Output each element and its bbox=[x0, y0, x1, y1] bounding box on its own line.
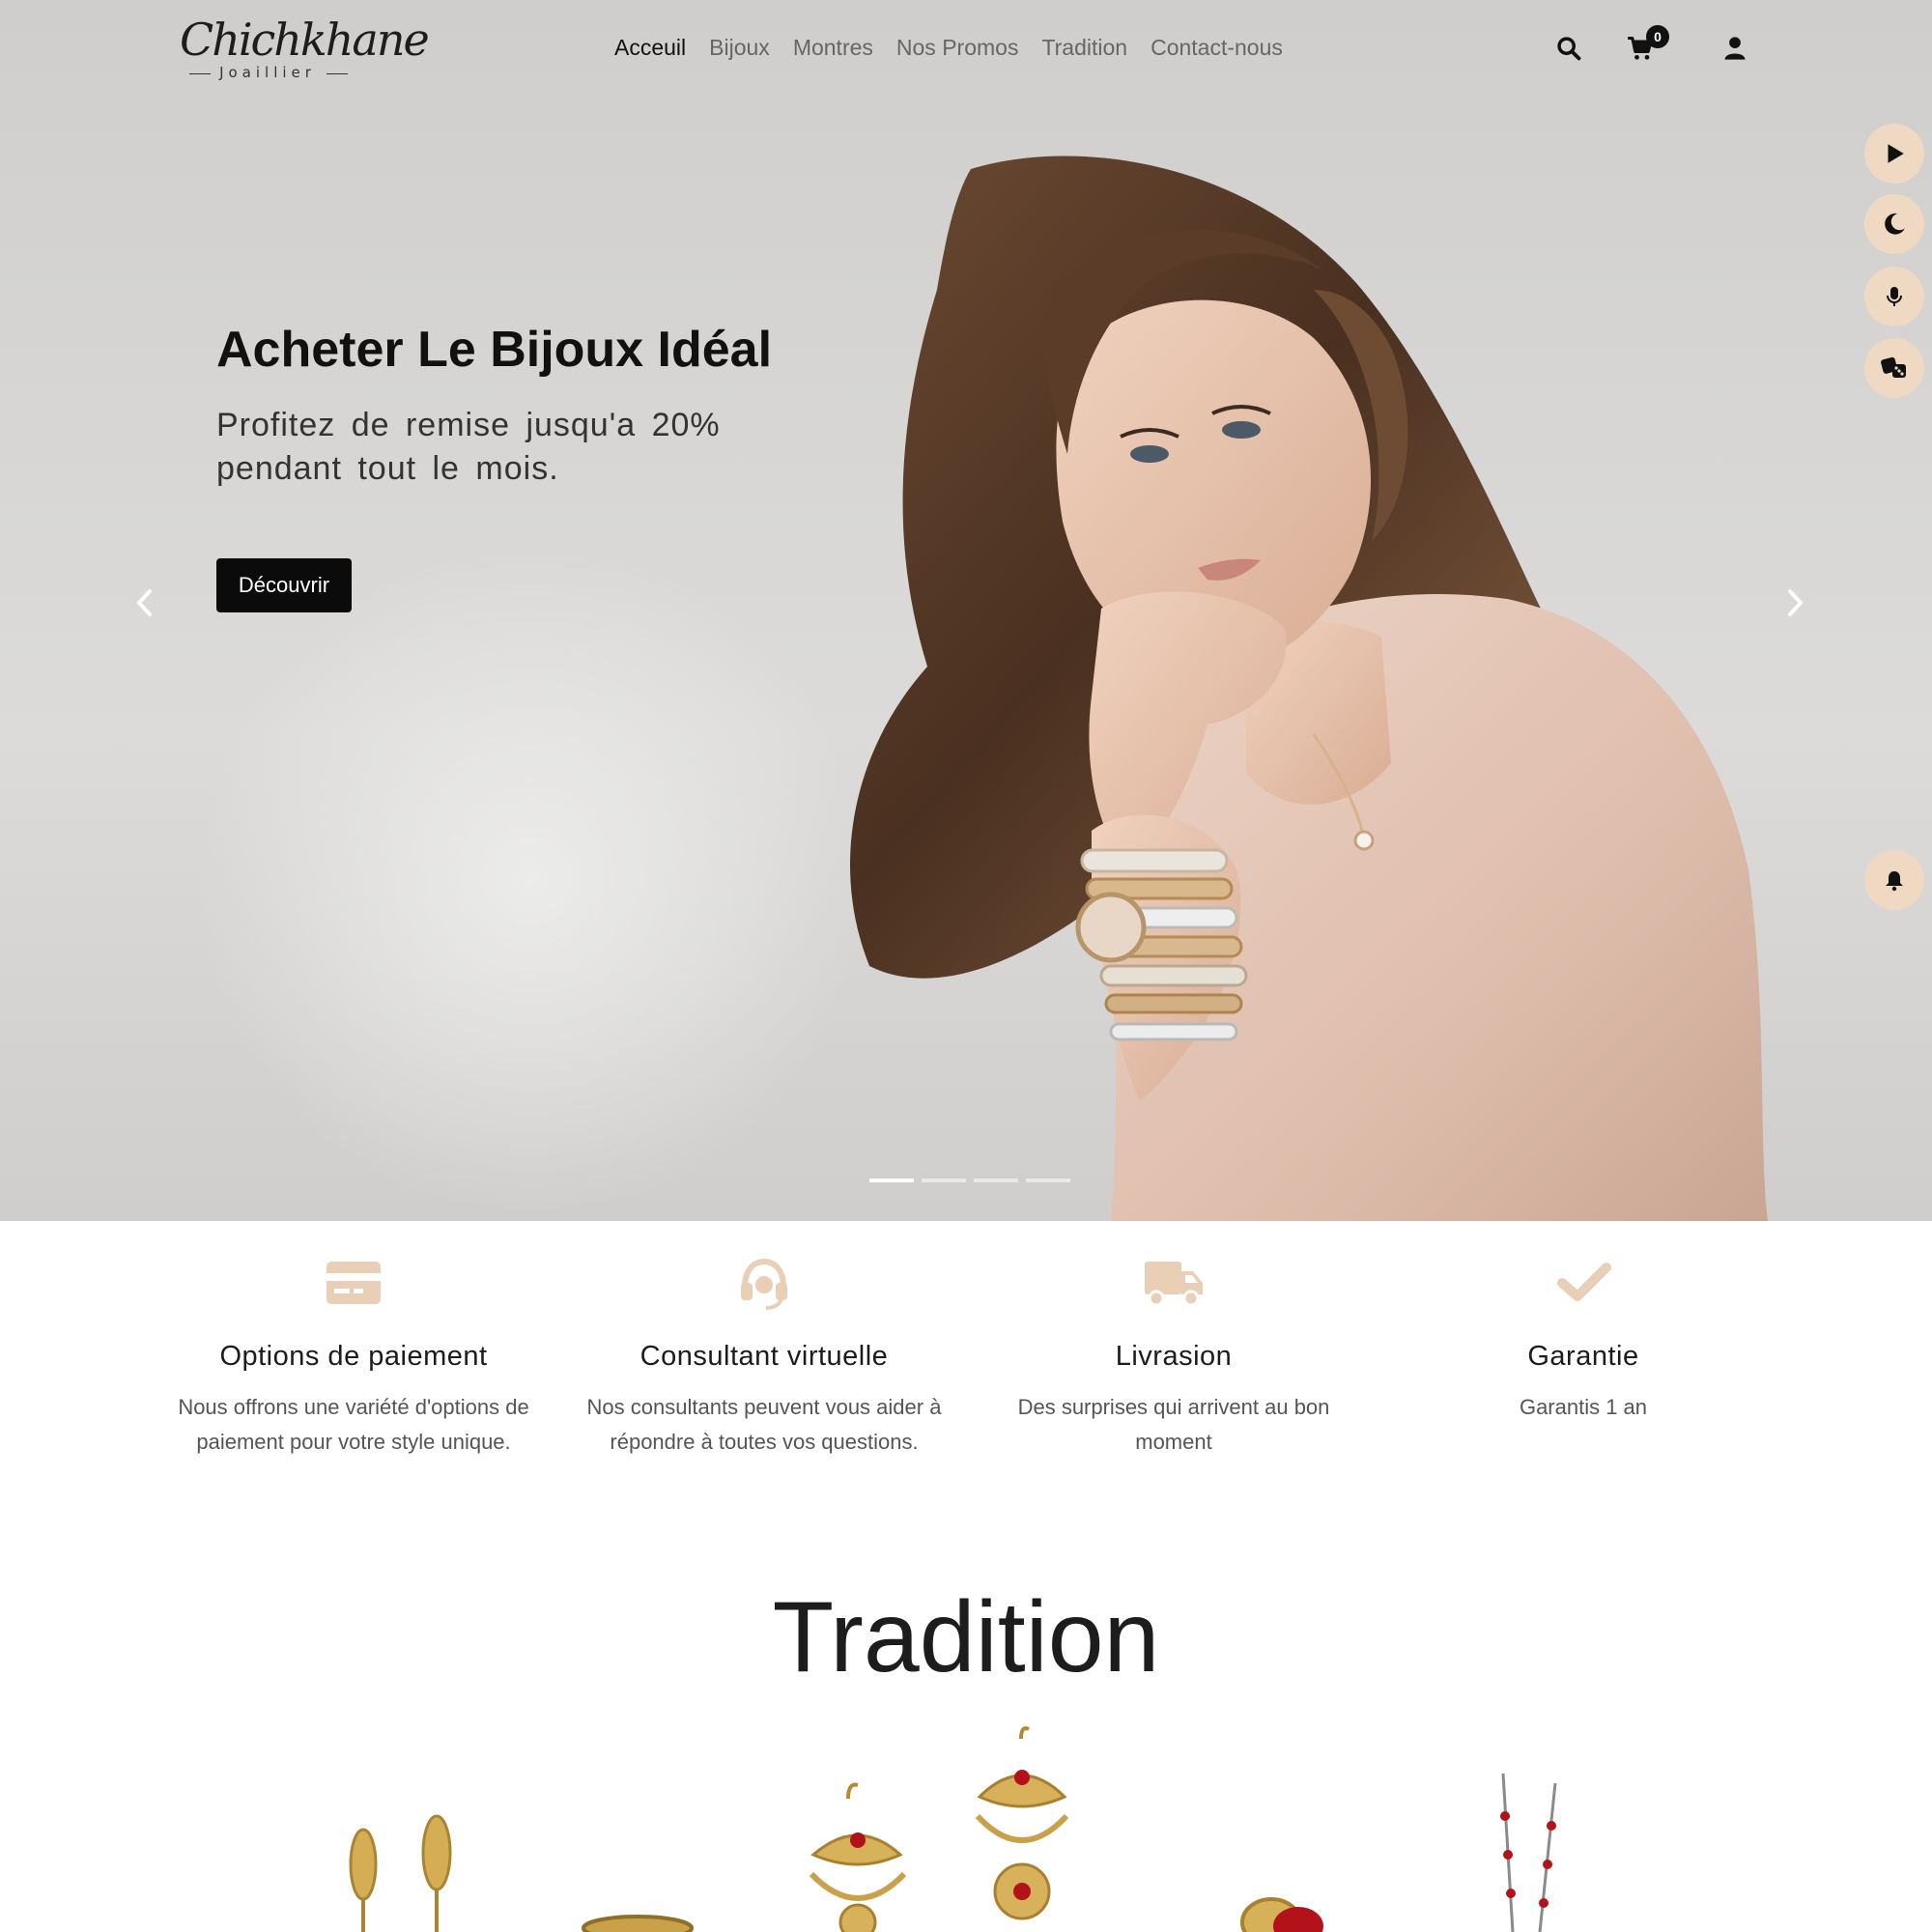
product-coral-necklace[interactable] bbox=[1500, 1773, 1557, 1932]
truck-icon bbox=[1145, 1262, 1203, 1307]
carousel-indicators bbox=[869, 1179, 1070, 1182]
hero-subtitle: Profitez de remise jusqu'a 20% pendant t… bbox=[216, 407, 721, 487]
feature-consultant: Consultant virtuelle Nos consultants peu… bbox=[571, 1221, 957, 1460]
random-button[interactable] bbox=[1864, 338, 1924, 398]
check-icon bbox=[1557, 1263, 1611, 1301]
feature-consultant-title: Consultant virtuelle bbox=[639, 1341, 889, 1372]
feature-delivery-title: Livrasion bbox=[1115, 1341, 1233, 1372]
tradition-section-title: Tradition bbox=[772, 1581, 1160, 1693]
logo-script-text: Chichkhane bbox=[180, 14, 430, 66]
feature-warranty-title: Garantie bbox=[1527, 1341, 1639, 1372]
nav-item-contact-nous[interactable]: Contact-nous bbox=[1151, 35, 1283, 61]
play-button[interactable] bbox=[1864, 124, 1924, 184]
bell-icon bbox=[1886, 871, 1903, 892]
hero-carousel: Chichkhane Joaillier Acceuil Bijoux Mont… bbox=[0, 0, 1932, 1221]
feature-consultant-text: Nos consultants peuvent vous aider à rép… bbox=[586, 1395, 942, 1454]
bracelet-stack bbox=[1075, 848, 1248, 1041]
site-header: Chichkhane Joaillier Acceuil Bijoux Mont… bbox=[0, 0, 1932, 106]
carousel-indicator-1[interactable] bbox=[869, 1179, 914, 1182]
product-gold-earrings[interactable] bbox=[349, 1814, 452, 1932]
dark-mode-button[interactable] bbox=[1864, 194, 1924, 254]
tradition-products-row bbox=[349, 1726, 1557, 1932]
feature-warranty-text: Garantis 1 an bbox=[1519, 1395, 1648, 1419]
microphone-icon bbox=[1887, 287, 1902, 306]
dice-icon bbox=[1881, 356, 1906, 378]
nav-item-tradition[interactable]: Tradition bbox=[1041, 35, 1127, 61]
feature-payment-text: Nous offrons une variété d'options de pa… bbox=[178, 1395, 529, 1454]
discover-button[interactable]: Découvrir bbox=[216, 558, 352, 612]
nav-item-acceuil[interactable]: Acceuil bbox=[614, 35, 686, 61]
search-icon[interactable] bbox=[1555, 35, 1582, 62]
voice-button[interactable] bbox=[1864, 267, 1924, 327]
headset-icon bbox=[741, 1258, 787, 1310]
product-chandelier-earrings[interactable] bbox=[809, 1726, 1069, 1932]
feature-warranty: Garantie Garantis 1 an bbox=[1390, 1221, 1776, 1425]
carousel-next-arrow-icon[interactable] bbox=[1783, 587, 1806, 618]
user-icon[interactable] bbox=[1721, 35, 1748, 62]
carousel-indicator-4[interactable] bbox=[1026, 1179, 1070, 1182]
hero-title: Acheter Le Bijoux Idéal bbox=[216, 322, 773, 378]
nav-item-bijoux[interactable]: Bijoux bbox=[709, 35, 770, 61]
nav-item-nos-promos[interactable]: Nos Promos bbox=[896, 35, 1019, 61]
cart-count-badge: 0 bbox=[1646, 25, 1669, 48]
notifications-button[interactable] bbox=[1864, 850, 1924, 910]
main-navigation: Acceuil Bijoux Montres Nos Promos Tradit… bbox=[614, 35, 1306, 61]
nav-item-montres[interactable]: Montres bbox=[793, 35, 873, 61]
carousel-indicator-3[interactable] bbox=[974, 1179, 1018, 1182]
moon-icon bbox=[1885, 213, 1905, 235]
carousel-indicator-2[interactable] bbox=[922, 1179, 966, 1182]
play-icon bbox=[1888, 144, 1904, 163]
feature-payment: Options de paiement Nous offrons une var… bbox=[160, 1221, 547, 1460]
features-section: Options de paiement Nous offrons une var… bbox=[0, 1221, 1932, 1540]
carousel-prev-arrow-icon[interactable] bbox=[133, 587, 156, 618]
logo-subtitle: Joaillier bbox=[185, 64, 350, 81]
credit-card-icon bbox=[327, 1262, 381, 1304]
product-ruby-ring[interactable] bbox=[1240, 1897, 1323, 1932]
brand-logo[interactable]: Chichkhane Joaillier bbox=[176, 14, 430, 87]
feature-delivery: Livrasion Des surprises qui arrivent au … bbox=[980, 1221, 1367, 1460]
product-gold-bangle[interactable] bbox=[582, 1915, 694, 1932]
feature-delivery-text: Des surprises qui arrivent au bon moment bbox=[1017, 1395, 1330, 1454]
feature-payment-title: Options de paiement bbox=[219, 1341, 488, 1372]
